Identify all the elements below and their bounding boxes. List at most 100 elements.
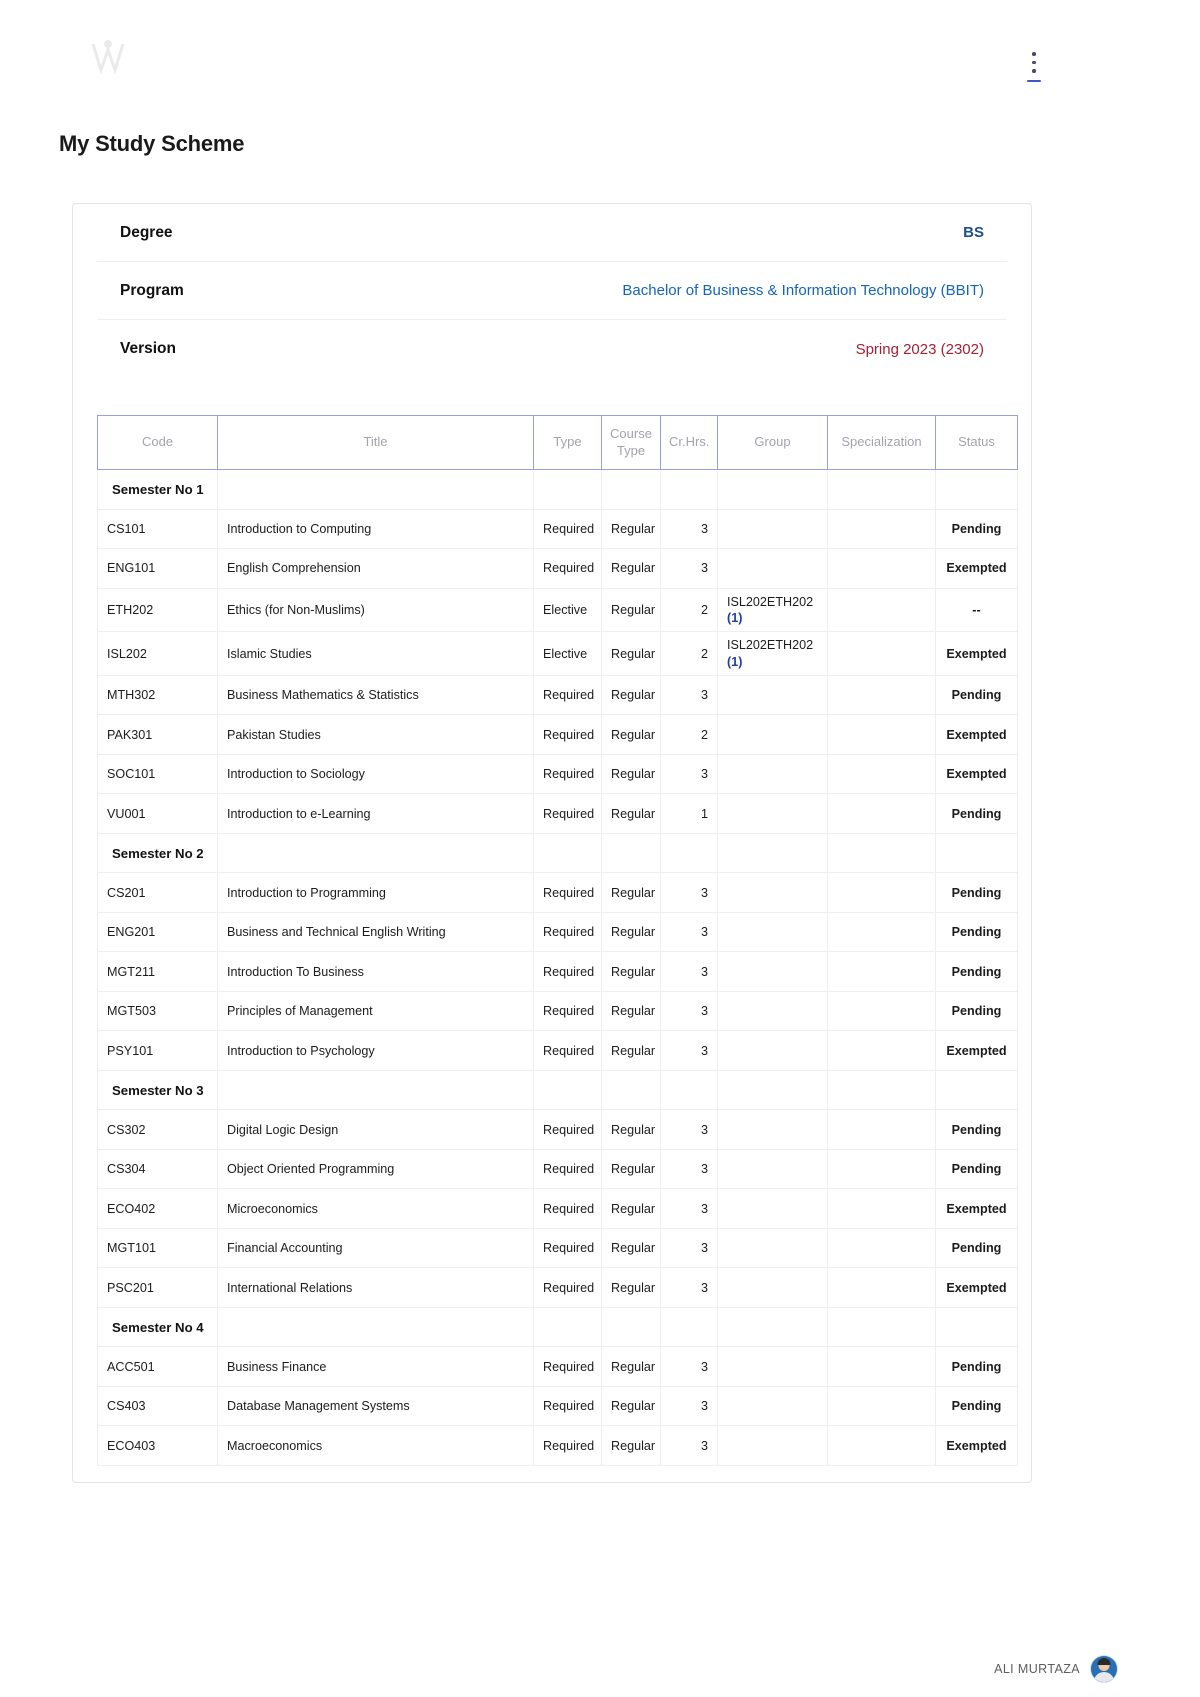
cell-specialization: [827, 631, 936, 676]
cell-group: [717, 1030, 828, 1071]
cell-group: [717, 951, 828, 992]
avatar-hair: [1097, 1658, 1111, 1665]
vu-logo: [82, 36, 134, 80]
table-row: MGT101 Financial Accounting Required Regula…: [97, 1227, 1018, 1269]
cell-specialization: [827, 1227, 936, 1269]
cell-title: Digital Logic Design: [217, 1109, 534, 1150]
semester-empty-cell: [217, 469, 534, 510]
status-badge: Pending: [935, 1148, 1018, 1190]
info-value-program[interactable]: Bachelor of Business & Information Techn…: [622, 282, 984, 299]
top-bar: [0, 0, 1200, 108]
kebab-menu-icon[interactable]: [1023, 52, 1045, 82]
semester-empty-cell: [827, 832, 936, 874]
cell-credit-hours: 3: [660, 990, 718, 1032]
semester-empty-cell: [935, 1306, 1018, 1348]
cell-specialization: [827, 1030, 936, 1071]
cell-group: [717, 1227, 828, 1269]
info-value-degree: BS: [963, 224, 984, 241]
cell-credit-hours: 1: [660, 793, 718, 834]
cell-credit-hours: 3: [660, 1030, 718, 1071]
cell-course-type: Regular: [601, 1030, 661, 1071]
cell-group: [717, 1267, 828, 1308]
cell-code: ISL202: [97, 631, 218, 676]
group-count[interactable]: (1): [727, 654, 818, 670]
cell-type: Elective: [533, 587, 602, 633]
column-header-specialization[interactable]: Specialization: [827, 415, 936, 470]
column-header-title[interactable]: Title: [217, 415, 534, 470]
semester-header-row: Semester No 4: [97, 1306, 1018, 1348]
column-header-course-type[interactable]: Course Type: [601, 415, 661, 470]
table-row: ACC501 Business Finance Required Regular 3 Pe…: [97, 1346, 1018, 1387]
cell-specialization: [827, 990, 936, 1032]
cell-specialization: [827, 911, 936, 953]
table-row: VU001 Introduction to e-Learning Required R…: [97, 793, 1018, 834]
semester-empty-cell: [717, 1306, 828, 1348]
cell-group: ISL202ETH202 (1): [717, 587, 828, 633]
cell-group: [717, 1346, 828, 1387]
cell-specialization: [827, 674, 936, 716]
table-row: MGT211 Introduction To Business Required Re…: [97, 951, 1018, 992]
cell-specialization: [827, 1267, 936, 1308]
cell-title: Macroeconomics: [217, 1425, 534, 1466]
cell-type: Required: [533, 951, 602, 992]
user-avatar[interactable]: [1090, 1655, 1118, 1683]
footer-user-name: ALI MURTAZA: [994, 1662, 1080, 1676]
status-badge: Exempted: [935, 548, 1018, 589]
semester-header-row: Semester No 3: [97, 1069, 1018, 1111]
group-code: ISL202ETH202: [727, 594, 814, 609]
cell-code: PSY101: [97, 1030, 218, 1071]
table-row: ECO402 Microeconomics Required Regular 3 Exem…: [97, 1188, 1018, 1229]
cell-type: Required: [533, 1385, 602, 1427]
footer-bar: ALI MURTAZA: [0, 1645, 1200, 1697]
cell-specialization: [827, 508, 936, 549]
cell-group: [717, 753, 828, 795]
cell-credit-hours: 3: [660, 951, 718, 992]
cell-group: [717, 1109, 828, 1150]
cell-credit-hours: 3: [660, 674, 718, 716]
avatar-body: [1093, 1672, 1115, 1682]
cell-code: CS101: [97, 508, 218, 549]
status-badge: Pending: [935, 508, 1018, 549]
cell-credit-hours: 2: [660, 714, 718, 755]
column-header-status[interactable]: Status: [935, 415, 1018, 470]
status-badge: Exempted: [935, 753, 1018, 795]
group-count[interactable]: (1): [727, 610, 818, 626]
semester-empty-cell: [660, 1306, 718, 1348]
study-scheme-table: Code Title Type Course Type Cr.Hrs. Grou…: [97, 415, 1018, 1466]
semester-empty-cell: [827, 1069, 936, 1111]
table-header: Code Title Type Course Type Cr.Hrs. Grou…: [97, 415, 1018, 470]
footer-user[interactable]: ALI MURTAZA: [994, 1655, 1118, 1683]
cell-course-type: Regular: [601, 872, 661, 913]
table-row: CS201 Introduction to Programming Required…: [97, 872, 1018, 913]
info-value-version[interactable]: Spring 2023 (2302): [856, 341, 984, 358]
cell-title: English Comprehension: [217, 548, 534, 589]
cell-title: Pakistan Studies: [217, 714, 534, 755]
cell-credit-hours: 3: [660, 1109, 718, 1150]
column-header-type[interactable]: Type: [533, 415, 602, 470]
semester-header-row: Semester No 1: [97, 469, 1018, 510]
cell-credit-hours: 3: [660, 1148, 718, 1190]
cell-course-type: Regular: [601, 674, 661, 716]
semester-label: Semester No 1: [97, 469, 218, 510]
cell-code: ENG101: [97, 548, 218, 589]
kebab-underline: [1027, 79, 1041, 82]
cell-code: MGT503: [97, 990, 218, 1032]
column-header-group[interactable]: Group: [717, 415, 828, 470]
cell-credit-hours: 3: [660, 508, 718, 549]
status-badge: Exempted: [935, 1030, 1018, 1071]
semester-empty-cell: [601, 1069, 661, 1111]
cell-specialization: [827, 714, 936, 755]
semester-empty-cell: [935, 469, 1018, 510]
semester-empty-cell: [533, 1306, 602, 1348]
column-header-credit-hours[interactable]: Cr.Hrs.: [660, 415, 718, 470]
cell-type: Required: [533, 714, 602, 755]
semester-label: Semester No 2: [97, 832, 218, 874]
table-body: Semester No 1 CS101 Introduction to Comput…: [97, 469, 1018, 1466]
semester-label: Semester No 4: [97, 1306, 218, 1348]
cell-type: Elective: [533, 631, 602, 676]
cell-code: ACC501: [97, 1346, 218, 1387]
table-row: MGT503 Principles of Management Required Re…: [97, 990, 1018, 1032]
cell-group: [717, 911, 828, 953]
column-header-code[interactable]: Code: [97, 415, 218, 470]
semester-header-row: Semester No 2: [97, 832, 1018, 874]
